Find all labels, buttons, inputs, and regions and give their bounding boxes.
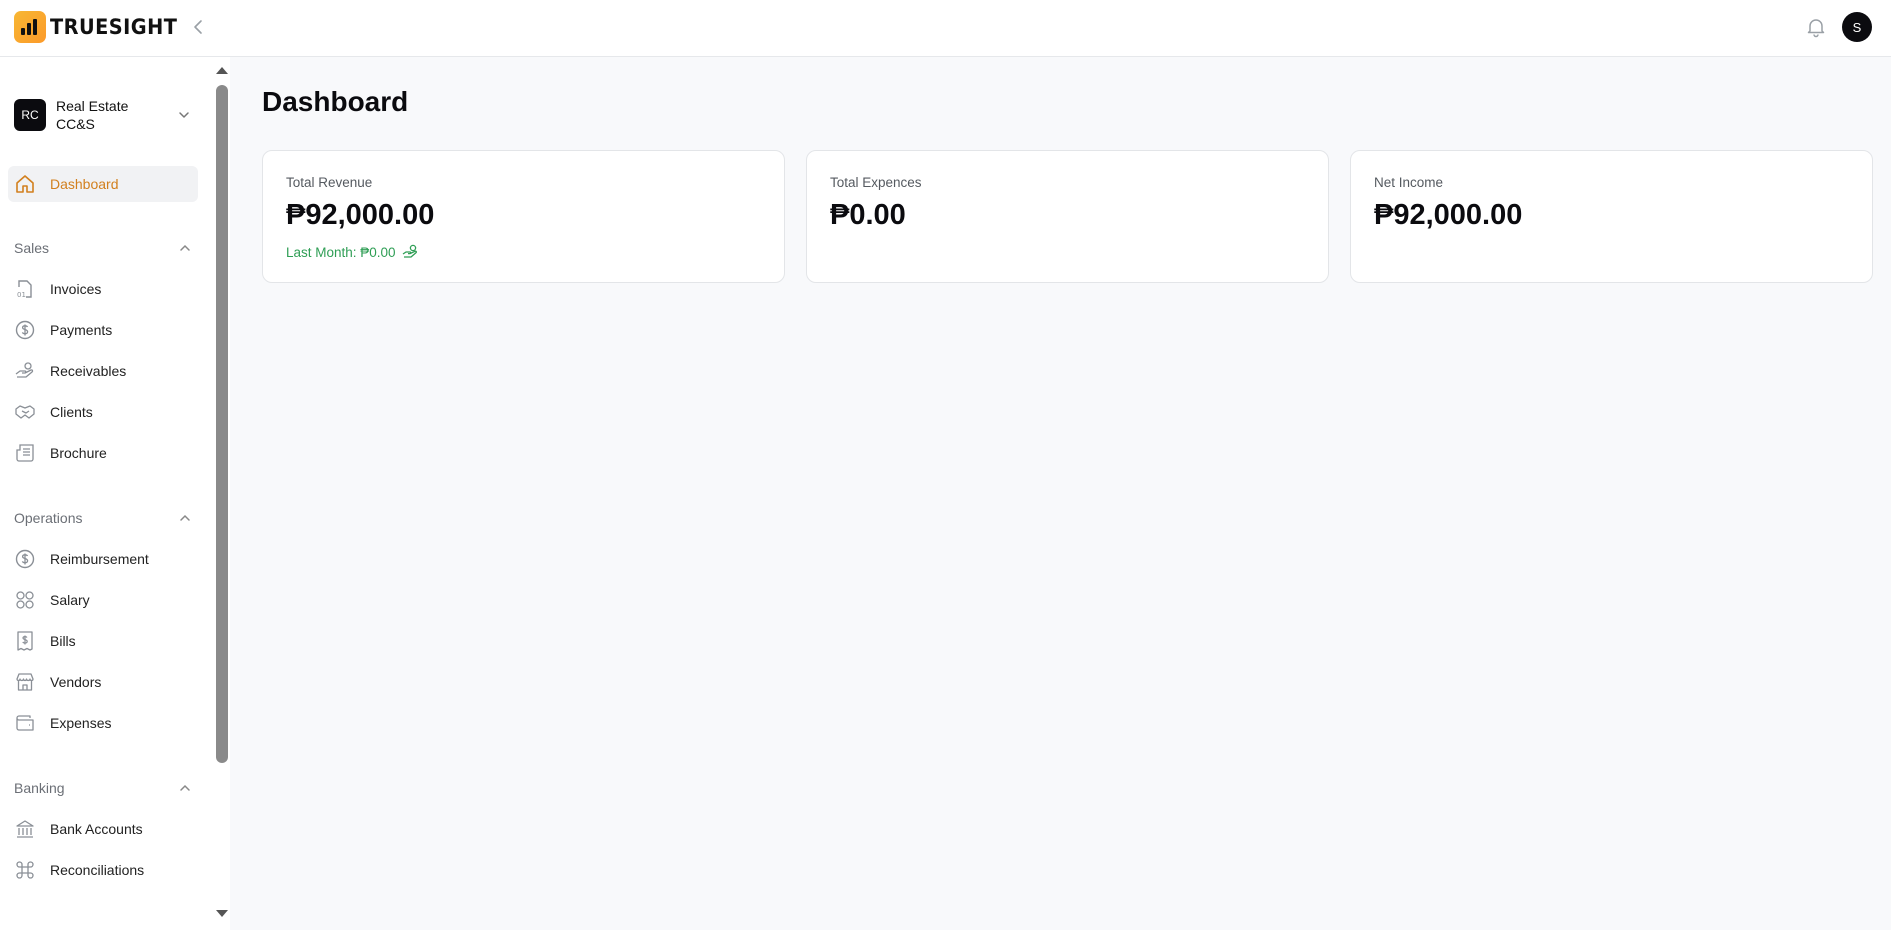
card-value: ₱0.00 bbox=[830, 199, 906, 231]
section-operations-toggle[interactable]: Operations bbox=[14, 508, 192, 528]
sidebar: RC Real Estate CC&S Dashboard Sales 01 I… bbox=[0, 57, 230, 930]
section-title: Sales bbox=[14, 240, 50, 256]
notifications-button[interactable] bbox=[1804, 15, 1828, 39]
card-value: ₱92,000.00 bbox=[1374, 199, 1523, 231]
card-label: Total Revenue bbox=[286, 175, 373, 190]
net-income-card: Net Income ₱92,000.00 bbox=[1350, 150, 1873, 283]
sidebar-item-label: Invoices bbox=[50, 281, 102, 297]
sidebar-item-bills[interactable]: Bills bbox=[8, 623, 198, 659]
sidebar-item-label: Bank Accounts bbox=[50, 821, 143, 837]
wallet-icon bbox=[14, 712, 36, 734]
hand-coins-icon bbox=[14, 360, 36, 382]
sidebar-item-expenses[interactable]: Expenses bbox=[8, 705, 198, 741]
chevron-up-icon bbox=[180, 244, 190, 251]
sidebar-item-label: Receivables bbox=[50, 363, 127, 379]
home-icon bbox=[14, 173, 36, 195]
scroll-up-arrow-icon[interactable] bbox=[216, 67, 228, 74]
chevron-left-icon bbox=[194, 20, 202, 34]
sidebar-item-label: Bills bbox=[50, 633, 76, 649]
sidebar-item-label: Expenses bbox=[50, 715, 112, 731]
sidebar-item-label: Reconciliations bbox=[50, 862, 145, 878]
section-banking-toggle[interactable]: Banking bbox=[14, 778, 192, 798]
section-title: Banking bbox=[14, 780, 65, 796]
logo-bars-icon bbox=[14, 11, 46, 43]
section-title: Operations bbox=[14, 510, 83, 526]
sidebar-item-label: Clients bbox=[50, 404, 93, 420]
chevron-down-icon bbox=[179, 112, 189, 118]
grid-circles-icon bbox=[14, 589, 36, 611]
brand-logo[interactable]: TRUESIGHT bbox=[14, 11, 188, 43]
sidebar-item-dashboard[interactable]: Dashboard bbox=[8, 166, 198, 202]
section-sales-toggle[interactable]: Sales bbox=[14, 238, 192, 258]
sidebar-item-label: Brochure bbox=[50, 445, 107, 461]
sidebar-item-vendors[interactable]: Vendors bbox=[8, 664, 198, 700]
hand-coins-icon bbox=[402, 244, 417, 258]
top-bar: TRUESIGHT S bbox=[0, 0, 1891, 57]
organization-switcher[interactable]: RC Real Estate CC&S bbox=[14, 95, 194, 135]
org-badge: RC bbox=[14, 99, 46, 131]
sidebar-item-brochure[interactable]: Brochure bbox=[8, 435, 198, 471]
dollar-circle-icon bbox=[14, 319, 36, 341]
invoice-icon: 01 bbox=[14, 278, 36, 300]
svg-text:01: 01 bbox=[17, 291, 26, 299]
org-name: Real Estate CC&S bbox=[56, 98, 129, 132]
chevron-up-icon bbox=[180, 784, 190, 791]
sidebar-item-label: Salary bbox=[50, 592, 90, 608]
sidebar-item-label: Dashboard bbox=[50, 176, 119, 192]
bank-icon bbox=[14, 818, 36, 840]
card-label: Total Expences bbox=[830, 175, 922, 190]
sidebar-item-clients[interactable]: Clients bbox=[8, 394, 198, 430]
handshake-icon bbox=[14, 401, 36, 423]
sidebar-item-label: Vendors bbox=[50, 674, 102, 690]
card-label: Net Income bbox=[1374, 175, 1444, 190]
sidebar-item-label: Reimbursement bbox=[50, 551, 149, 567]
receipt-icon bbox=[14, 630, 36, 652]
collapse-sidebar-button[interactable] bbox=[188, 15, 208, 39]
sidebar-item-reimbursement[interactable]: Reimbursement bbox=[8, 541, 198, 577]
total-revenue-card: Total Revenue ₱92,000.00 Last Month: ₱0.… bbox=[262, 150, 785, 283]
total-expenses-card: Total Expences ₱0.00 bbox=[806, 150, 1329, 283]
sidebar-item-receivables[interactable]: Receivables bbox=[8, 353, 198, 389]
sidebar-item-salary[interactable]: Salary bbox=[8, 582, 198, 618]
sidebar-item-reconciliations[interactable]: Reconciliations bbox=[8, 852, 198, 888]
sidebar-item-invoices[interactable]: 01 Invoices bbox=[8, 271, 198, 307]
scrollbar-thumb[interactable] bbox=[216, 85, 228, 763]
store-icon bbox=[14, 671, 36, 693]
dollar-circle-icon bbox=[14, 548, 36, 570]
card-comparison: Last Month: ₱0.00 bbox=[286, 243, 419, 261]
user-avatar[interactable]: S bbox=[1842, 12, 1872, 42]
chevron-up-icon bbox=[180, 514, 190, 521]
command-icon bbox=[14, 859, 36, 881]
newspaper-icon bbox=[14, 442, 36, 464]
sidebar-item-payments[interactable]: Payments bbox=[8, 312, 198, 348]
sidebar-item-bank-accounts[interactable]: Bank Accounts bbox=[8, 811, 198, 847]
card-value: ₱92,000.00 bbox=[286, 199, 435, 231]
brand-name: TRUESIGHT bbox=[50, 15, 178, 39]
last-month-text: Last Month: ₱0.00 bbox=[286, 244, 396, 260]
sidebar-item-label: Payments bbox=[50, 322, 113, 338]
scroll-down-arrow-icon[interactable] bbox=[216, 910, 228, 917]
bell-icon bbox=[1807, 19, 1825, 38]
page-title: Dashboard bbox=[262, 86, 409, 117]
